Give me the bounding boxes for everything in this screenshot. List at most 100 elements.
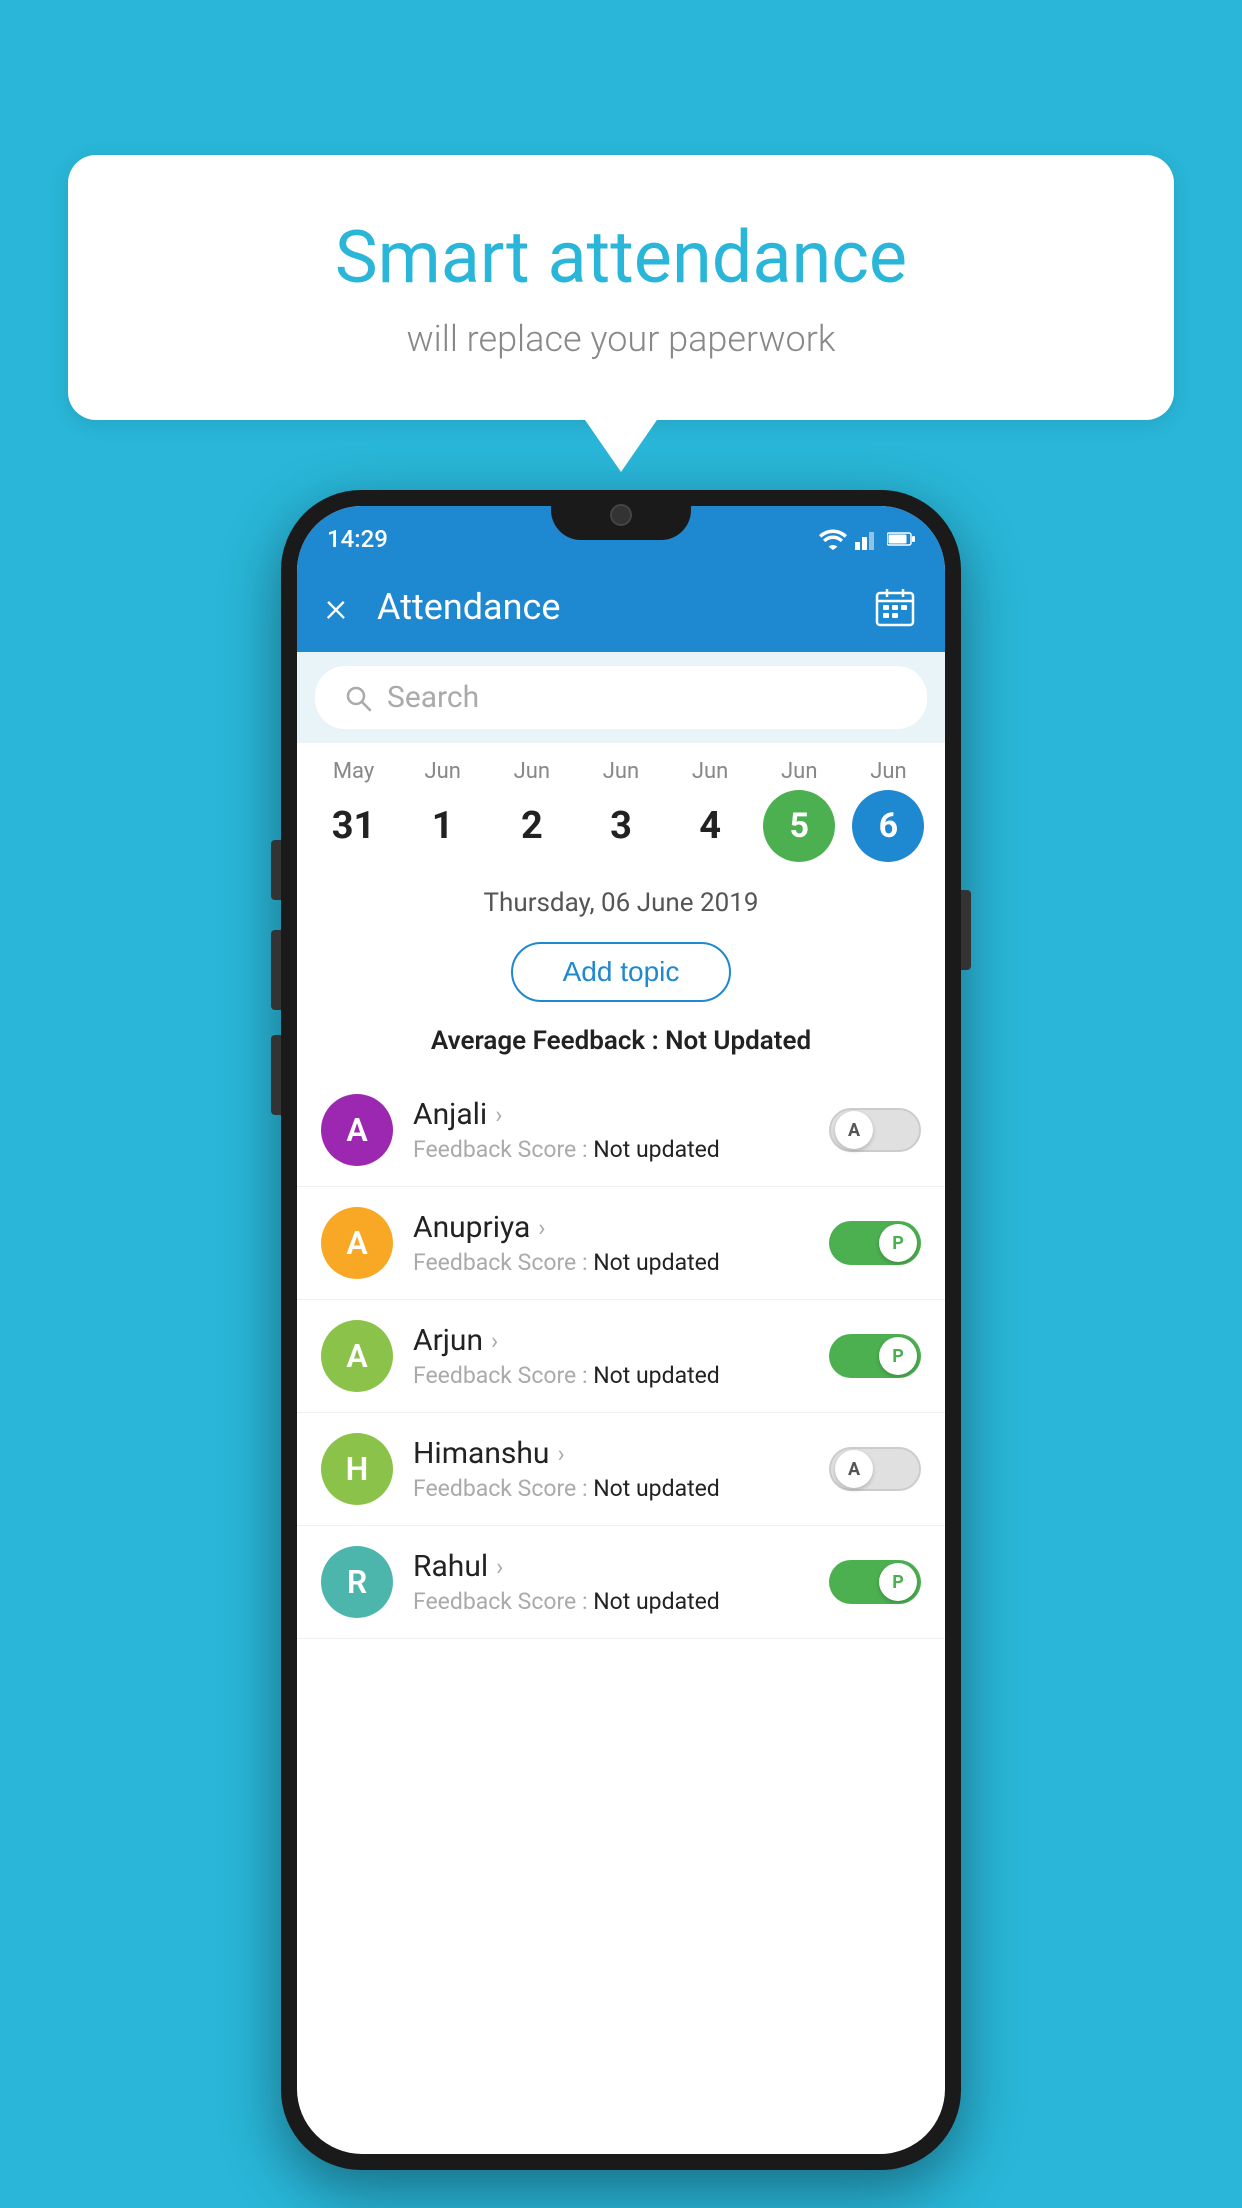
search-container: Search bbox=[297, 652, 945, 743]
avg-feedback: Average Feedback : Not Updated bbox=[297, 1016, 945, 1074]
calendar-day-3[interactable]: Jun 3 bbox=[581, 759, 661, 862]
student-name: Arjun › bbox=[413, 1323, 809, 1358]
student-info: Anjali › Feedback Score : Not updated bbox=[413, 1097, 809, 1163]
student-feedback-score: Feedback Score : Not updated bbox=[413, 1249, 809, 1276]
chevron-right-icon: › bbox=[496, 1553, 503, 1581]
student-info: Arjun › Feedback Score : Not updated bbox=[413, 1323, 809, 1389]
toggle-switch[interactable]: P bbox=[829, 1560, 921, 1604]
battery-icon bbox=[887, 531, 915, 547]
speech-bubble-subtitle: will replace your paperwork bbox=[108, 318, 1134, 360]
chevron-right-icon: › bbox=[491, 1327, 498, 1355]
toggle-knob: A bbox=[835, 1450, 873, 1488]
student-name: Himanshu › bbox=[413, 1436, 809, 1471]
avg-feedback-value: Not Updated bbox=[665, 1026, 811, 1056]
student-avatar: H bbox=[321, 1433, 393, 1505]
toggle-knob: A bbox=[835, 1111, 873, 1149]
student-item[interactable]: R Rahul › Feedback Score : Not updated P bbox=[297, 1526, 945, 1639]
phone-notch bbox=[551, 490, 691, 540]
attendance-toggle[interactable]: P bbox=[829, 1221, 921, 1265]
student-item[interactable]: A Anjali › Feedback Score : Not updated A bbox=[297, 1074, 945, 1187]
app-bar: × Attendance bbox=[297, 562, 945, 652]
student-name: Rahul › bbox=[413, 1549, 809, 1584]
student-avatar: A bbox=[321, 1094, 393, 1166]
add-topic-button[interactable]: Add topic bbox=[511, 942, 732, 1002]
student-feedback-score: Feedback Score : Not updated bbox=[413, 1475, 809, 1502]
attendance-toggle[interactable]: P bbox=[829, 1334, 921, 1378]
search-icon bbox=[343, 683, 373, 713]
speech-bubble-title: Smart attendance bbox=[108, 215, 1134, 300]
calendar-date-number: 1 bbox=[407, 790, 479, 862]
student-info: Himanshu › Feedback Score : Not updated bbox=[413, 1436, 809, 1502]
phone-screen: 14:29 bbox=[297, 506, 945, 2154]
student-avatar: A bbox=[321, 1207, 393, 1279]
silent-button bbox=[271, 1035, 281, 1115]
student-name: Anjali › bbox=[413, 1097, 809, 1132]
calendar-day-5[interactable]: Jun 5 bbox=[759, 759, 839, 862]
calendar-day-4[interactable]: Jun 4 bbox=[670, 759, 750, 862]
calendar-month-label: Jun bbox=[781, 759, 817, 784]
calendar-month-label: Jun bbox=[870, 759, 906, 784]
toggle-switch[interactable]: A bbox=[829, 1447, 921, 1491]
student-item[interactable]: H Himanshu › Feedback Score : Not updated A bbox=[297, 1413, 945, 1526]
phone-mockup: 14:29 bbox=[281, 490, 961, 2170]
calendar-month-label: Jun bbox=[603, 759, 639, 784]
student-list: AAnjali ›Feedback Score : Not updatedAAA… bbox=[297, 1074, 945, 1639]
student-info: Anupriya › Feedback Score : Not updated bbox=[413, 1210, 809, 1276]
calendar-day-2[interactable]: Jun 2 bbox=[492, 759, 572, 862]
calendar-date-number: 2 bbox=[496, 790, 568, 862]
student-item[interactable]: A Arjun › Feedback Score : Not updated P bbox=[297, 1300, 945, 1413]
speech-bubble-container: Smart attendance will replace your paper… bbox=[68, 155, 1174, 420]
chevron-right-icon: › bbox=[495, 1101, 502, 1129]
date-title-section: Thursday, 06 June 2019 bbox=[297, 870, 945, 928]
add-topic-container: Add topic bbox=[297, 928, 945, 1016]
calendar-day-6[interactable]: Jun 6 bbox=[848, 759, 928, 862]
student-feedback-score: Feedback Score : Not updated bbox=[413, 1588, 809, 1615]
student-avatar: A bbox=[321, 1320, 393, 1392]
calendar-month-label: Jun bbox=[424, 759, 460, 784]
calendar-month-label: May bbox=[333, 759, 374, 784]
calendar-month-label: Jun bbox=[692, 759, 728, 784]
calendar-date-number: 3 bbox=[585, 790, 657, 862]
student-avatar: R bbox=[321, 1546, 393, 1618]
student-name: Anupriya › bbox=[413, 1210, 809, 1245]
calendar-icon[interactable] bbox=[873, 585, 917, 629]
close-button[interactable]: × bbox=[325, 583, 347, 632]
search-placeholder: Search bbox=[387, 680, 479, 715]
student-feedback-score: Feedback Score : Not updated bbox=[413, 1136, 809, 1163]
attendance-toggle[interactable]: A bbox=[829, 1108, 921, 1152]
toggle-knob: P bbox=[879, 1563, 917, 1601]
chevron-right-icon: › bbox=[557, 1440, 564, 1468]
calendar-day-31[interactable]: May 31 bbox=[314, 759, 394, 862]
toggle-switch[interactable]: P bbox=[829, 1221, 921, 1265]
app-bar-title: Attendance bbox=[367, 586, 853, 628]
calendar-day-1[interactable]: Jun 1 bbox=[403, 759, 483, 862]
toggle-knob: P bbox=[879, 1337, 917, 1375]
wifi-icon bbox=[819, 528, 847, 550]
student-info: Rahul › Feedback Score : Not updated bbox=[413, 1549, 809, 1615]
chevron-right-icon: › bbox=[538, 1214, 545, 1242]
status-icons bbox=[819, 528, 915, 550]
toggle-switch[interactable]: A bbox=[829, 1108, 921, 1152]
selected-date-title: Thursday, 06 June 2019 bbox=[297, 888, 945, 918]
calendar-date-number: 5 bbox=[763, 790, 835, 862]
calendar-date-number: 4 bbox=[674, 790, 746, 862]
calendar-month-label: Jun bbox=[514, 759, 550, 784]
attendance-toggle[interactable]: P bbox=[829, 1560, 921, 1604]
power-button bbox=[961, 890, 971, 970]
calendar-date-number: 6 bbox=[852, 790, 924, 862]
phone-outer: 14:29 bbox=[281, 490, 961, 2170]
volume-up-button bbox=[271, 840, 281, 900]
student-feedback-score: Feedback Score : Not updated bbox=[413, 1362, 809, 1389]
calendar-strip: May 31 Jun 1 Jun 2 Jun 3 Jun 4 Jun 5 Jun 6 bbox=[297, 743, 945, 870]
status-time: 14:29 bbox=[327, 525, 388, 553]
student-item[interactable]: A Anupriya › Feedback Score : Not updated P bbox=[297, 1187, 945, 1300]
attendance-toggle[interactable]: A bbox=[829, 1447, 921, 1491]
volume-down-button bbox=[271, 930, 281, 1010]
avg-feedback-label: Average Feedback : bbox=[431, 1026, 665, 1056]
signal-icon bbox=[855, 528, 879, 550]
search-box[interactable]: Search bbox=[315, 666, 927, 729]
toggle-switch[interactable]: P bbox=[829, 1334, 921, 1378]
toggle-knob: P bbox=[879, 1224, 917, 1262]
calendar-date-number: 31 bbox=[318, 790, 390, 862]
speech-bubble: Smart attendance will replace your paper… bbox=[68, 155, 1174, 420]
